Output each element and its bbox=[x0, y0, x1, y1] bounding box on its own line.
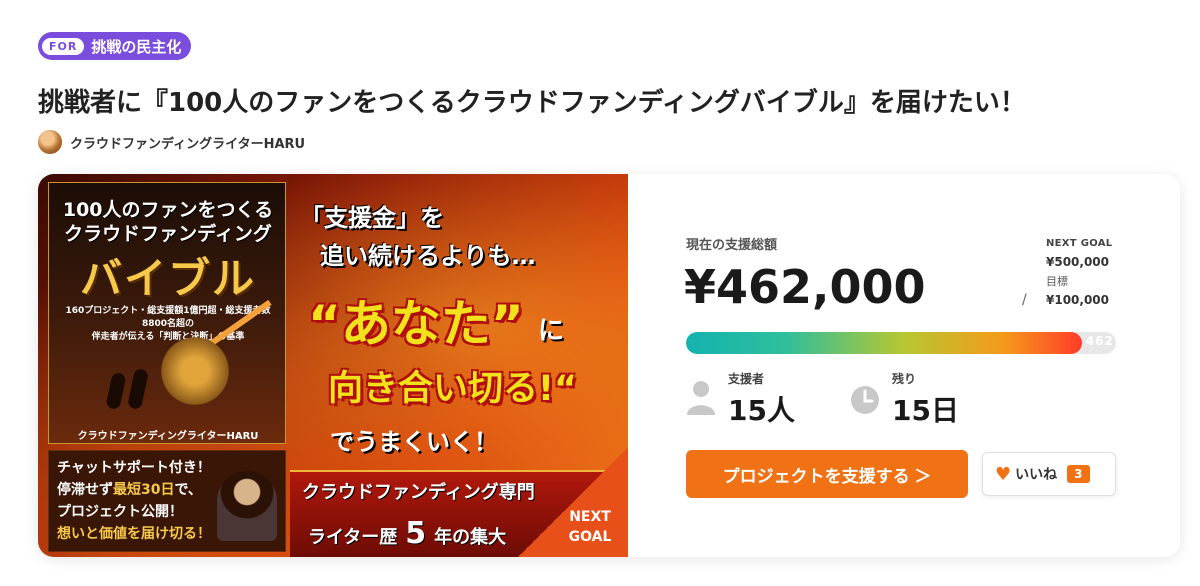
headline-line-3-suffix: に bbox=[538, 316, 565, 346]
progress-bar bbox=[686, 332, 1116, 354]
person-icon bbox=[687, 381, 715, 415]
author-photo bbox=[217, 471, 277, 541]
next-goal-value: ¥500,000 bbox=[1046, 255, 1110, 269]
headline-line-1: 「支援金」を bbox=[300, 204, 444, 232]
backers-value: 15人 bbox=[728, 394, 795, 427]
banner-years: 5 bbox=[405, 516, 427, 551]
banner-text: 年の集大 bbox=[434, 527, 507, 548]
book-cover: 100人のファンをつくる クラウドファンディング バイブル 160プロジェクト・… bbox=[48, 182, 286, 444]
funding-panel: 現在の支援総額 ¥462,000 / NEXT GOAL ¥500,000 目標… bbox=[628, 174, 1180, 557]
category-tag[interactable]: FOR 挑戦の民主化 bbox=[38, 32, 192, 60]
headline-line-2: 追い続けるよりも… bbox=[320, 242, 536, 270]
progress-percentage: 462 % bbox=[1085, 334, 1132, 348]
author-avatar bbox=[38, 130, 62, 154]
heart-icon: ♥ bbox=[995, 463, 1012, 485]
headline-line-5: でうまくいく！ bbox=[330, 428, 498, 456]
headline-line-4: 向き合い切る!“ bbox=[328, 369, 577, 409]
raised-amount: ¥462,000 bbox=[684, 260, 926, 314]
remaining-value: 15日 bbox=[892, 394, 959, 427]
backers-label: 支援者 bbox=[728, 372, 765, 386]
book-title-line-2: クラウドファンディング bbox=[64, 223, 272, 245]
clock-icon bbox=[851, 386, 879, 414]
book-subtitle: 160プロジェクト・総支援額1億円超・総支援者数8800名超の 伴走者が伝える「… bbox=[59, 305, 277, 344]
author-link[interactable]: クラウドファンディングライターHARU bbox=[38, 130, 305, 154]
project-title: 挑戦者に『100人のファンをつくるクラウドファンディングバイブル』を届けたい！ bbox=[38, 88, 1026, 118]
goal-label: 目標 bbox=[1046, 275, 1068, 288]
next-goal-label: NEXT GOAL bbox=[1046, 238, 1113, 249]
project-card: 100人のファンをつくる クラウドファンディング バイブル 160プロジェクト・… bbox=[38, 174, 1180, 557]
banner-line-1: クラウドファンディング専門 bbox=[302, 482, 535, 503]
goal-value: ¥100,000 bbox=[1046, 293, 1110, 307]
category-tag-prefix: FOR bbox=[42, 37, 85, 55]
book-runner-illustration bbox=[105, 371, 127, 411]
book-runner-illustration bbox=[126, 367, 150, 411]
banner-line-2: ライター歴 5 年の集大 bbox=[308, 516, 506, 551]
raised-label: 現在の支援総額 bbox=[686, 238, 778, 253]
next-goal-corner-label: NEXT GOAL bbox=[560, 507, 620, 547]
category-tag-label: 挑戦の民主化 bbox=[91, 37, 182, 56]
backers-stat: 支援者 15人 bbox=[686, 370, 795, 429]
headline-line-3: “あなた” bbox=[308, 295, 524, 353]
chat-line-highlight: 想いと価値を届け切る！ bbox=[57, 526, 211, 542]
remaining-stat: 残り 15日 bbox=[850, 370, 959, 429]
support-project-button[interactable]: プロジェクトを支援する ＞ bbox=[686, 450, 968, 498]
progress-bar-fill bbox=[686, 332, 1082, 354]
banner-text: ライター歴 bbox=[308, 527, 398, 548]
corner-line-2: GOAL bbox=[568, 529, 612, 545]
goal-separator: / bbox=[1022, 292, 1027, 308]
chat-support-box: チャットサポート付き！ 停滞せず最短30日で、 プロジェクト公開！ 想いと価値を… bbox=[48, 450, 286, 552]
chat-line-part: で、 bbox=[174, 482, 202, 498]
like-button[interactable]: ♥ いいね 3 bbox=[982, 452, 1116, 496]
remaining-label: 残り bbox=[892, 372, 917, 386]
book-title-big: バイブル bbox=[79, 254, 256, 303]
chat-line-part: 停滞せず bbox=[57, 482, 113, 498]
book-tree-illustration bbox=[153, 335, 237, 407]
goal-info: NEXT GOAL ¥500,000 目標 ¥100,000 bbox=[1046, 234, 1112, 310]
like-count: 3 bbox=[1067, 465, 1090, 483]
author-name: クラウドファンディングライターHARU bbox=[70, 136, 306, 152]
like-label: いいね bbox=[1015, 467, 1058, 483]
chat-line-highlight: 最短30日 bbox=[113, 482, 175, 498]
book-author: クラウドファンディングライターHARU bbox=[77, 431, 259, 442]
corner-line-1: NEXT bbox=[569, 509, 611, 525]
project-image[interactable]: 100人のファンをつくる クラウドファンディング バイブル 160プロジェクト・… bbox=[38, 174, 628, 557]
book-title-line-1: 100人のファンをつくる bbox=[62, 199, 274, 221]
